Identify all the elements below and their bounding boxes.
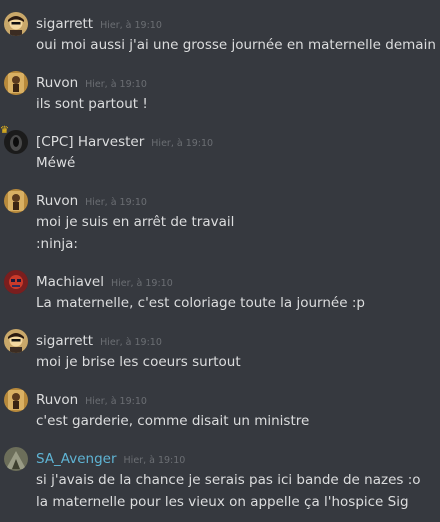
message-header: Ruvon Hier, à 19:10 xyxy=(36,190,147,209)
message-header: SA_Avenger Hier, à 19:10 xyxy=(36,448,185,467)
message-header: sigarrett Hier, à 19:10 xyxy=(36,13,162,32)
author-name[interactable]: SA_Avenger xyxy=(36,451,117,467)
avatar-ruvon-icon[interactable] xyxy=(4,71,28,95)
message-timestamp: Hier, à 19:10 xyxy=(100,337,162,348)
message-text: si j'avais de la chance je serais pas ic… xyxy=(36,472,421,488)
message-text: :ninja: xyxy=(36,236,78,252)
avatar-sigarrett-icon[interactable] xyxy=(4,329,28,353)
message-timestamp: Hier, à 19:10 xyxy=(100,20,162,31)
message-text: la maternelle pour les vieux on appelle … xyxy=(36,494,409,510)
message-text: La maternelle, c'est coloriage toute la … xyxy=(36,295,365,311)
message-timestamp: Hier, à 19:10 xyxy=(151,138,214,149)
crown-icon: ♛ xyxy=(0,125,9,136)
message-text: c'est garderie, comme disait un ministre xyxy=(36,413,310,429)
message-text: moi je suis en arrêt de travail xyxy=(36,214,235,230)
message-timestamp: Hier, à 19:10 xyxy=(85,396,147,407)
avatar-ruvon-icon[interactable] xyxy=(4,189,28,213)
avatar-ruvon-icon[interactable] xyxy=(4,388,28,412)
message-timestamp: Hier, à 19:10 xyxy=(110,278,173,289)
author-name[interactable]: Machiavel xyxy=(36,274,104,290)
avatar-sigarrett-icon[interactable] xyxy=(4,12,28,36)
message-header: [CPC] Harvester Hier, à 19:10 xyxy=(36,131,213,150)
author-name[interactable]: sigarrett xyxy=(36,16,93,32)
author-name[interactable]: sigarrett xyxy=(36,333,93,349)
avatar-sa-avenger-icon[interactable] xyxy=(4,447,28,471)
message-text: oui moi aussi j'ai une grosse journée en… xyxy=(36,37,436,53)
author-name[interactable]: Ruvon xyxy=(36,75,78,91)
message-timestamp: Hier, à 19:10 xyxy=(85,197,147,208)
message-timestamp: Hier, à 19:10 xyxy=(123,455,186,466)
message-text: ils sont partout ! xyxy=(36,96,148,112)
message-text: Méwé xyxy=(36,155,76,171)
message-text: moi je brise les coeurs surtout xyxy=(36,354,241,370)
author-name[interactable]: Ruvon xyxy=(36,193,78,209)
author-name[interactable]: Ruvon xyxy=(36,392,78,408)
author-name[interactable]: [CPC] Harvester xyxy=(36,134,144,150)
message-header: sigarrett Hier, à 19:10 xyxy=(36,330,162,349)
avatar-machiavel-icon[interactable] xyxy=(4,270,28,294)
message-header: Ruvon Hier, à 19:10 xyxy=(36,72,147,91)
message-header: Ruvon Hier, à 19:10 xyxy=(36,389,147,408)
message-header: Machiavel Hier, à 19:10 xyxy=(36,271,173,290)
message-timestamp: Hier, à 19:10 xyxy=(85,79,147,90)
